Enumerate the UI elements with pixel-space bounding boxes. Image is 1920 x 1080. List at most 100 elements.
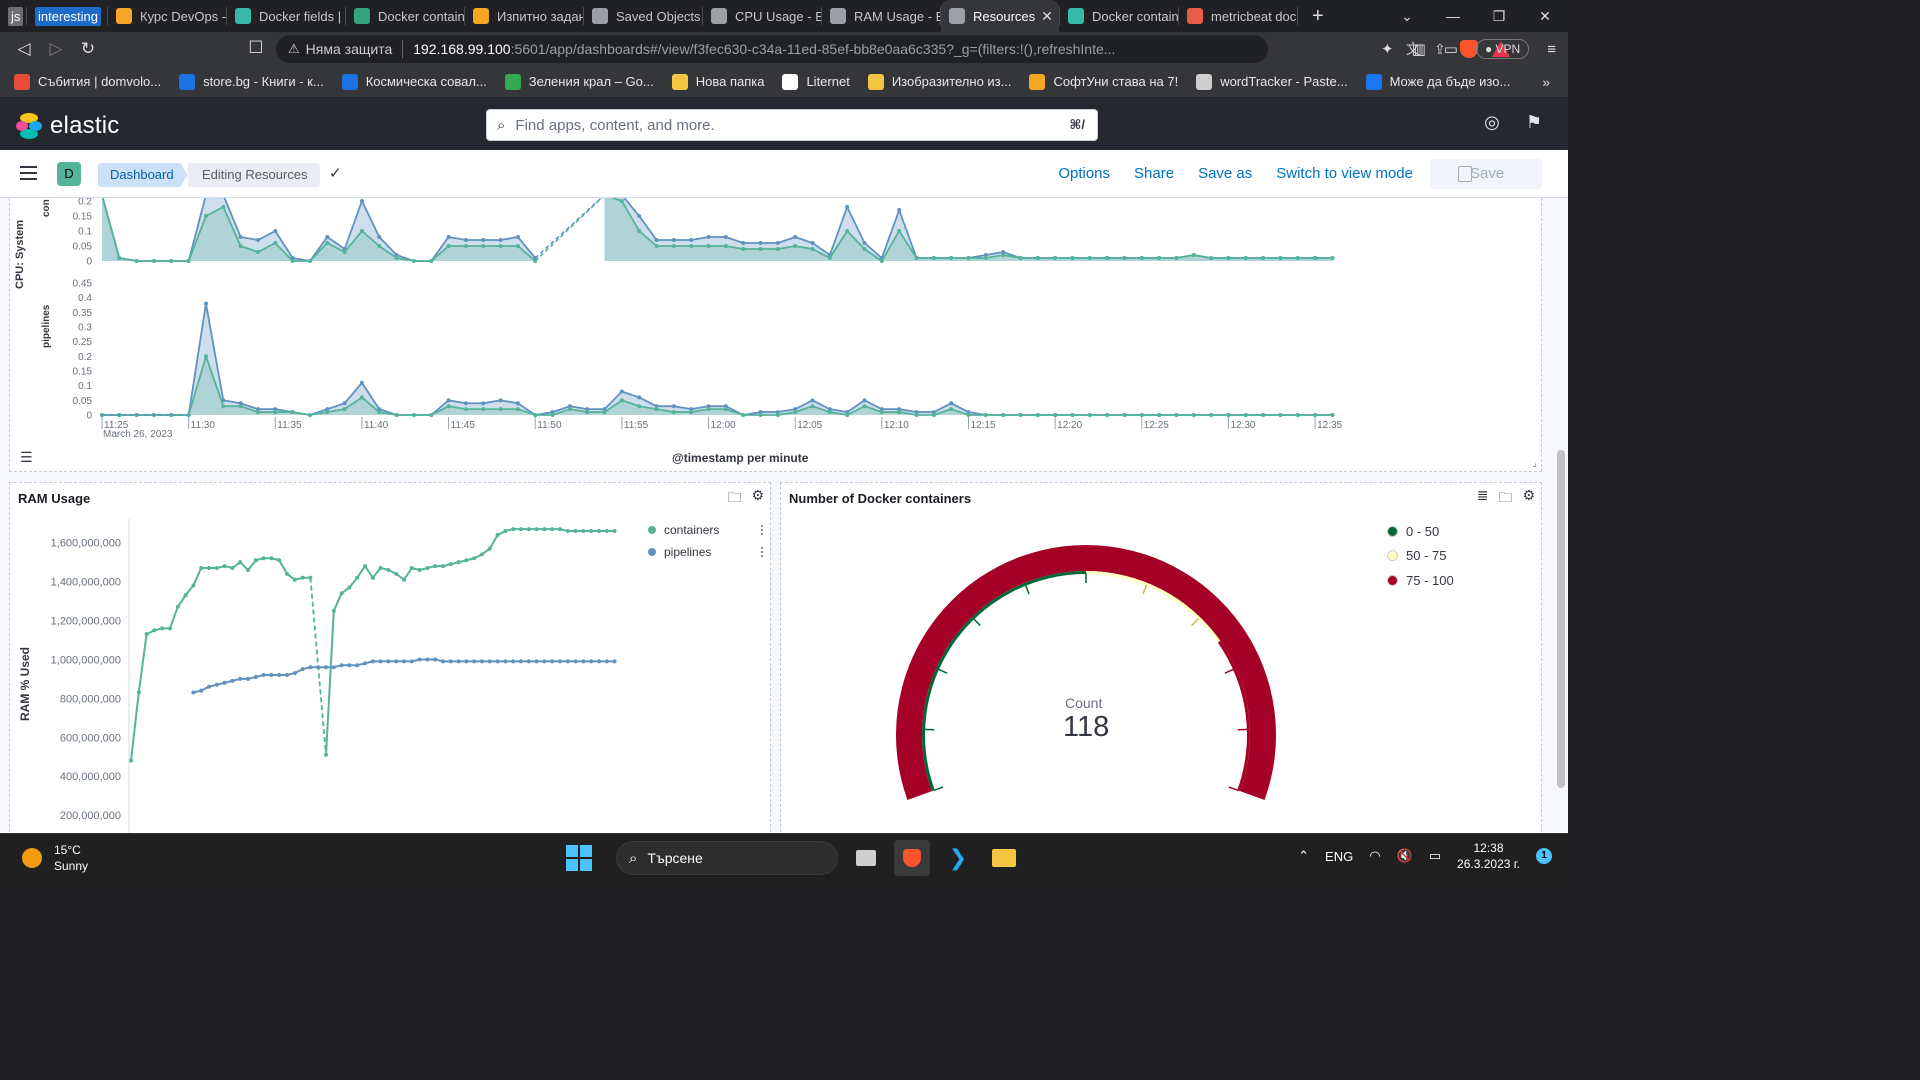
- bookmark-item[interactable]: Liternet: [782, 73, 850, 90]
- containers-point: [487, 546, 492, 551]
- options-link[interactable]: Options: [1058, 165, 1110, 182]
- file-explorer-icon[interactable]: [986, 840, 1022, 876]
- url-bar[interactable]: ⚠ Няма защита 192.168.99.100 :5601/app/d…: [276, 35, 1510, 63]
- bookmark-item[interactable]: store.bg - Книги - к...: [179, 73, 324, 90]
- containers-point: [1070, 256, 1075, 260]
- space-avatar[interactable]: D: [57, 162, 81, 186]
- containers-point: [879, 410, 884, 415]
- browser-tab[interactable]: RAM Usage - E: [822, 0, 940, 32]
- containers-point: [464, 558, 469, 563]
- cpu-y-tick-label: 0.2: [78, 198, 92, 208]
- browser-tab[interactable]: Saved Objects: [584, 0, 702, 32]
- close-tab-icon[interactable]: ✕: [1035, 8, 1053, 25]
- containers-point: [1295, 256, 1300, 260]
- browser-tab[interactable]: Курс DevOps -: [108, 0, 226, 32]
- elastic-logo[interactable]: elastic: [16, 112, 119, 140]
- security-label[interactable]: Няма защита: [306, 41, 393, 57]
- browser-tab[interactable]: interesting: [27, 0, 107, 32]
- browser-tab[interactable]: CPU Usage - El: [703, 0, 821, 32]
- containers-point: [255, 250, 260, 254]
- reload-icon[interactable]: ↻: [72, 39, 104, 59]
- save-as-link[interactable]: Save as: [1198, 165, 1252, 182]
- containers-point: [183, 593, 188, 598]
- help-icon[interactable]: ◎: [1484, 112, 1500, 133]
- browser-tab[interactable]: Docker contain: [1060, 0, 1178, 32]
- containers-point: [203, 214, 208, 218]
- browser-tab[interactable]: metricbeat doc: [1179, 0, 1297, 32]
- bookmark-item[interactable]: СофтУни става на 7!: [1029, 73, 1178, 90]
- containers-point: [221, 404, 226, 409]
- bookmark-item[interactable]: Космическа совал...: [341, 73, 487, 90]
- page-scrollbar[interactable]: [1557, 450, 1565, 788]
- back-icon[interactable]: ◁: [8, 39, 40, 59]
- bookmark-item[interactable]: Може да бъде изо...: [1365, 73, 1510, 90]
- menu-icon[interactable]: ≡: [1547, 41, 1556, 58]
- containers-point: [581, 529, 586, 534]
- resize-handle-icon[interactable]: ⌟: [1532, 458, 1537, 469]
- minimize-icon[interactable]: —: [1430, 8, 1476, 24]
- gauge-tick: [933, 786, 944, 792]
- browser-tab[interactable]: js: [0, 0, 26, 32]
- url-host: 192.168.99.100: [413, 41, 511, 57]
- containers-point: [654, 244, 659, 248]
- browser-tab[interactable]: Изпитно задан: [465, 0, 583, 32]
- notification-badge[interactable]: 1: [1536, 848, 1552, 864]
- browser-tab[interactable]: Docker contain: [346, 0, 464, 32]
- bookmark-item[interactable]: Изобразително из...: [867, 73, 1011, 90]
- containers-point: [810, 247, 815, 251]
- weather-widget[interactable]: 15°C Sunny: [22, 842, 88, 874]
- wifi-icon[interactable]: ◠: [1369, 848, 1380, 864]
- containers-point: [129, 758, 133, 763]
- volume-icon[interactable]: 🔇: [1397, 848, 1413, 864]
- bookmarks-overflow[interactable]: »: [1542, 74, 1550, 90]
- switch-to-view-mode-link[interactable]: Switch to view mode: [1276, 165, 1413, 182]
- brave-browser-icon[interactable]: [894, 840, 930, 876]
- check-icon[interactable]: ✓: [329, 164, 342, 182]
- sidebar-icon[interactable]: ▥: [1412, 40, 1426, 58]
- gauge-arc: [896, 545, 1276, 800]
- tab-search-icon[interactable]: ⌄: [1384, 8, 1430, 25]
- save-button[interactable]: Save: [1430, 159, 1542, 189]
- browser-tab[interactable]: Docker fields |: [227, 0, 345, 32]
- close-window-icon[interactable]: ✕: [1522, 8, 1568, 25]
- task-view-icon[interactable]: [848, 840, 884, 876]
- forward-icon[interactable]: ▷: [40, 39, 72, 59]
- bookmark-page-icon[interactable]: ☐: [240, 38, 272, 58]
- pipelines-point: [558, 659, 562, 664]
- pipelines-point: [480, 659, 484, 664]
- gauge-legend-item[interactable]: 0 - 50: [1387, 519, 1454, 544]
- share-link[interactable]: Share: [1134, 165, 1174, 182]
- vpn-button[interactable]: ● VPN: [1475, 39, 1530, 59]
- clock[interactable]: 12:38 26.3.2023 г.: [1457, 840, 1520, 872]
- bookmark-item[interactable]: Зеления крал – Go...: [504, 73, 654, 90]
- legend-toggle-icon[interactable]: ☰: [20, 449, 33, 466]
- wallet-icon[interactable]: ▭: [1444, 40, 1458, 58]
- bookmark-favicon: [504, 73, 521, 90]
- battery-icon[interactable]: ▭: [1429, 848, 1441, 864]
- maximize-icon[interactable]: ❐: [1476, 8, 1522, 25]
- language-indicator[interactable]: ENG: [1325, 849, 1353, 864]
- hamburger-menu-icon[interactable]: [20, 166, 37, 180]
- new-tab-button[interactable]: +: [1312, 5, 1324, 28]
- gauge-legend-item[interactable]: 50 - 75: [1387, 544, 1454, 569]
- containers-point: [273, 241, 278, 245]
- tray-overflow-icon[interactable]: ⌃: [1298, 848, 1309, 864]
- gauge-legend-item[interactable]: 75 - 100: [1387, 568, 1454, 593]
- global-search-input[interactable]: ⌕ Find apps, content, and more. ⌘/: [486, 109, 1098, 141]
- extensions-icon[interactable]: ✦: [1381, 40, 1394, 58]
- kibana-header: elastic ⌕ Find apps, content, and more. …: [0, 98, 1568, 150]
- user-menu-icon[interactable]: ⚑: [1526, 112, 1542, 133]
- breadcrumb-dashboard[interactable]: Dashboard: [98, 163, 188, 187]
- bookmark-item[interactable]: Нова папка: [671, 73, 765, 90]
- browser-tab[interactable]: Resources ✕: [941, 0, 1059, 32]
- containers-point: [1174, 413, 1179, 417]
- taskbar-search[interactable]: ⌕ Търсене: [616, 841, 838, 875]
- containers-point: [1191, 413, 1196, 417]
- windows-start-icon[interactable]: [566, 845, 592, 871]
- bookmark-label: Нова папка: [695, 74, 765, 89]
- bookmark-item[interactable]: Събития | domvolo...: [14, 73, 161, 90]
- pipelines-point: [862, 398, 867, 403]
- containers-point: [1278, 256, 1283, 260]
- vscode-icon[interactable]: ❯: [940, 840, 976, 876]
- bookmark-item[interactable]: wordTracker - Paste...: [1196, 73, 1348, 90]
